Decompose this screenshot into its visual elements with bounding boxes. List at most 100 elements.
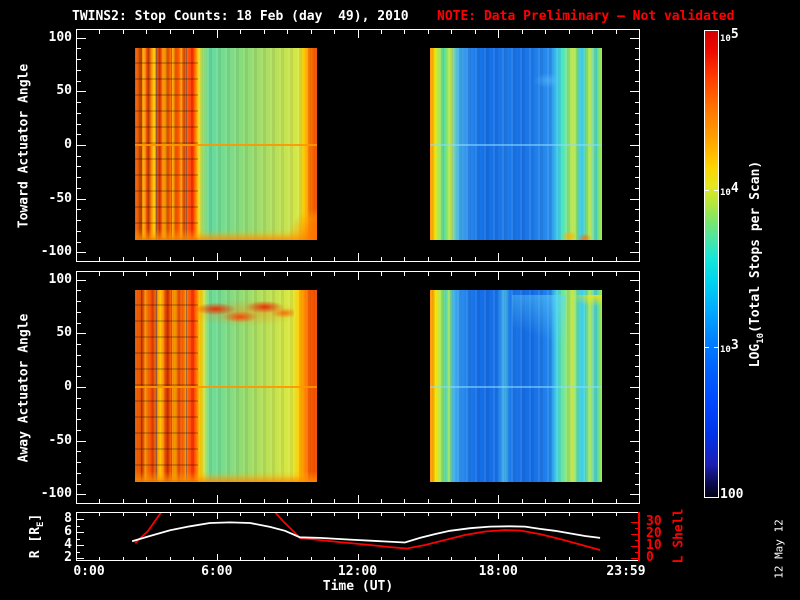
axis-tick (169, 30, 171, 34)
y-tick-label: 0 (64, 137, 72, 152)
y-tick-label: 50 (56, 83, 72, 99)
axis-tick (427, 499, 429, 503)
zero-scan-line (135, 144, 317, 146)
axis-tick (193, 272, 195, 276)
axis-tick (287, 257, 289, 261)
axis-tick (451, 499, 453, 503)
axis-tick (635, 230, 639, 232)
axis-tick (615, 30, 617, 34)
axis-tick (77, 241, 81, 243)
axis-tick (380, 499, 382, 503)
axis-tick (357, 495, 359, 503)
colorbar-tick-exp: 5 (730, 27, 739, 42)
axis-tick (639, 495, 640, 503)
axis-tick (635, 322, 639, 324)
y-tick-label: 100 (48, 29, 72, 45)
zero-scan-line (135, 386, 317, 388)
axis-tick (122, 30, 124, 34)
axis-tick (380, 30, 382, 34)
axis-tick (498, 272, 500, 280)
y-tick-label: -50 (48, 190, 72, 206)
axis-tick (77, 59, 81, 61)
axis-tick (77, 102, 81, 104)
y-tick-label: -100 (40, 486, 72, 502)
x-tick-label: 0:00 (73, 564, 105, 579)
axis-tick (77, 69, 81, 71)
axis-tick (77, 344, 81, 346)
axis-tick (77, 472, 81, 474)
axis-tick (545, 257, 547, 261)
axis-tick (77, 187, 81, 189)
axis-tick (77, 252, 86, 254)
axis-tick (451, 272, 453, 276)
axis-tick (77, 429, 81, 431)
axis-tick (639, 253, 640, 261)
r-tick-label: 4 (64, 537, 72, 553)
colorbar-tick-label: 104 (720, 180, 739, 199)
axis-tick (146, 257, 148, 261)
axis-tick (169, 272, 171, 276)
axis-tick (357, 272, 359, 280)
colorbar-label-post: (Total Stops per Scan) (748, 160, 764, 333)
axis-tick (427, 272, 429, 276)
y-tick-label: -100 (40, 244, 72, 260)
axis-tick (639, 272, 640, 280)
axis-tick (474, 30, 476, 34)
axis-tick (146, 499, 148, 503)
axis-tick (77, 440, 86, 442)
axis-tick (169, 499, 171, 503)
lshell-axis-label: L Shell (671, 508, 687, 564)
axis-tick (568, 30, 570, 34)
axis-tick (635, 241, 639, 243)
axis-tick (77, 145, 86, 146)
axis-tick (427, 30, 429, 34)
axis-tick (77, 290, 81, 292)
plot-canvas: TWINS2: Stop Counts: 18 Feb (day 49), 20… (0, 0, 800, 600)
axis-tick (474, 499, 476, 503)
axis-tick (240, 257, 242, 261)
axis-tick (635, 59, 639, 61)
axis-tick (635, 290, 639, 292)
plot-title: TWINS2: Stop Counts: 18 Feb (day 49), 20… (72, 9, 409, 24)
axis-tick (287, 499, 289, 503)
axis-tick (334, 257, 336, 261)
axis-tick (216, 495, 218, 503)
lshell-tick-label: 0 (646, 550, 654, 566)
axis-tick (404, 30, 406, 34)
axis-tick (635, 408, 639, 410)
colorbar-label-pre: LOG (748, 343, 764, 368)
axis-tick (635, 112, 639, 114)
axis-tick (630, 145, 639, 146)
axis-tick (714, 347, 719, 349)
strip-chart-svg (131, 513, 601, 551)
axis-tick (635, 187, 639, 189)
axis-tick (122, 272, 124, 276)
axis-tick (77, 365, 81, 367)
axis-tick (474, 272, 476, 276)
axis-tick (77, 230, 81, 232)
axis-tick (639, 30, 640, 38)
axis-tick (635, 209, 639, 211)
axis-tick (568, 257, 570, 261)
axis-tick (76, 495, 77, 503)
colorbar (704, 30, 719, 498)
axis-tick (545, 30, 547, 34)
axis-tick (310, 30, 312, 34)
axis-tick (521, 30, 523, 34)
axis-tick (404, 272, 406, 276)
axis-tick (592, 272, 594, 276)
heatmap-feature (284, 198, 317, 240)
axis-tick (77, 494, 86, 496)
axis-tick (635, 483, 639, 485)
axis-tick (77, 311, 81, 313)
colorbar-tick-base: 10 (720, 345, 731, 356)
axis-tick (615, 499, 617, 503)
preliminary-note: NOTE: Data Preliminary – Not validated (437, 9, 735, 24)
colorbar-tick-base: 10 (720, 34, 731, 44)
axis-tick (427, 257, 429, 261)
heatmap-feature (559, 222, 593, 240)
axis-tick (635, 462, 639, 464)
axis-tick (77, 322, 81, 324)
axis-tick (77, 209, 81, 211)
axis-tick (630, 387, 639, 388)
